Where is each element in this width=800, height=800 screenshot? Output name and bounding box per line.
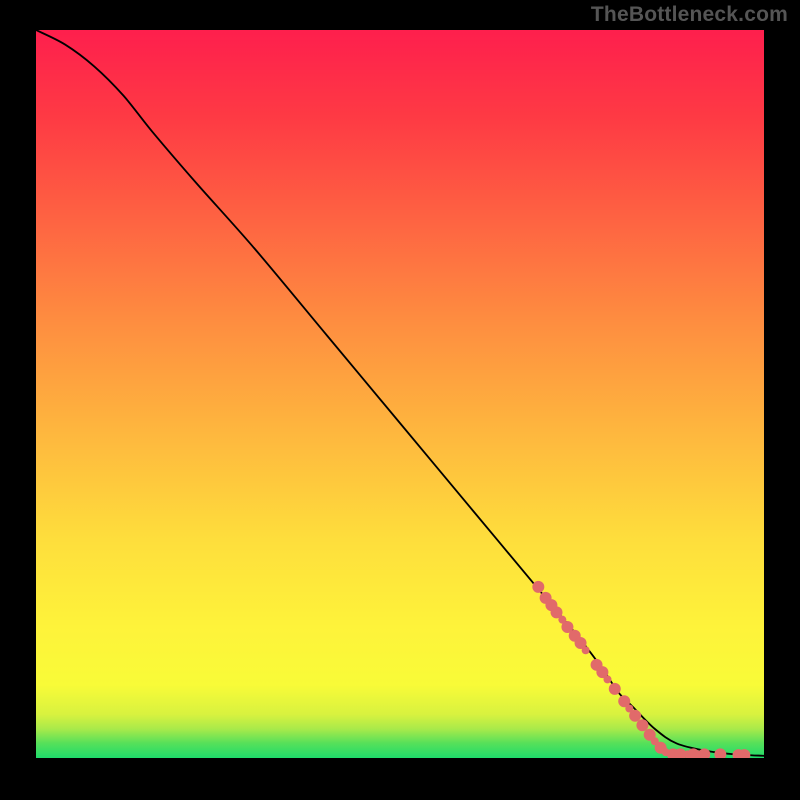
background-gradient (36, 30, 764, 758)
plot-area (36, 30, 764, 764)
chart-container: TheBottleneck.com (0, 0, 800, 800)
watermark-text: TheBottleneck.com (591, 3, 788, 27)
